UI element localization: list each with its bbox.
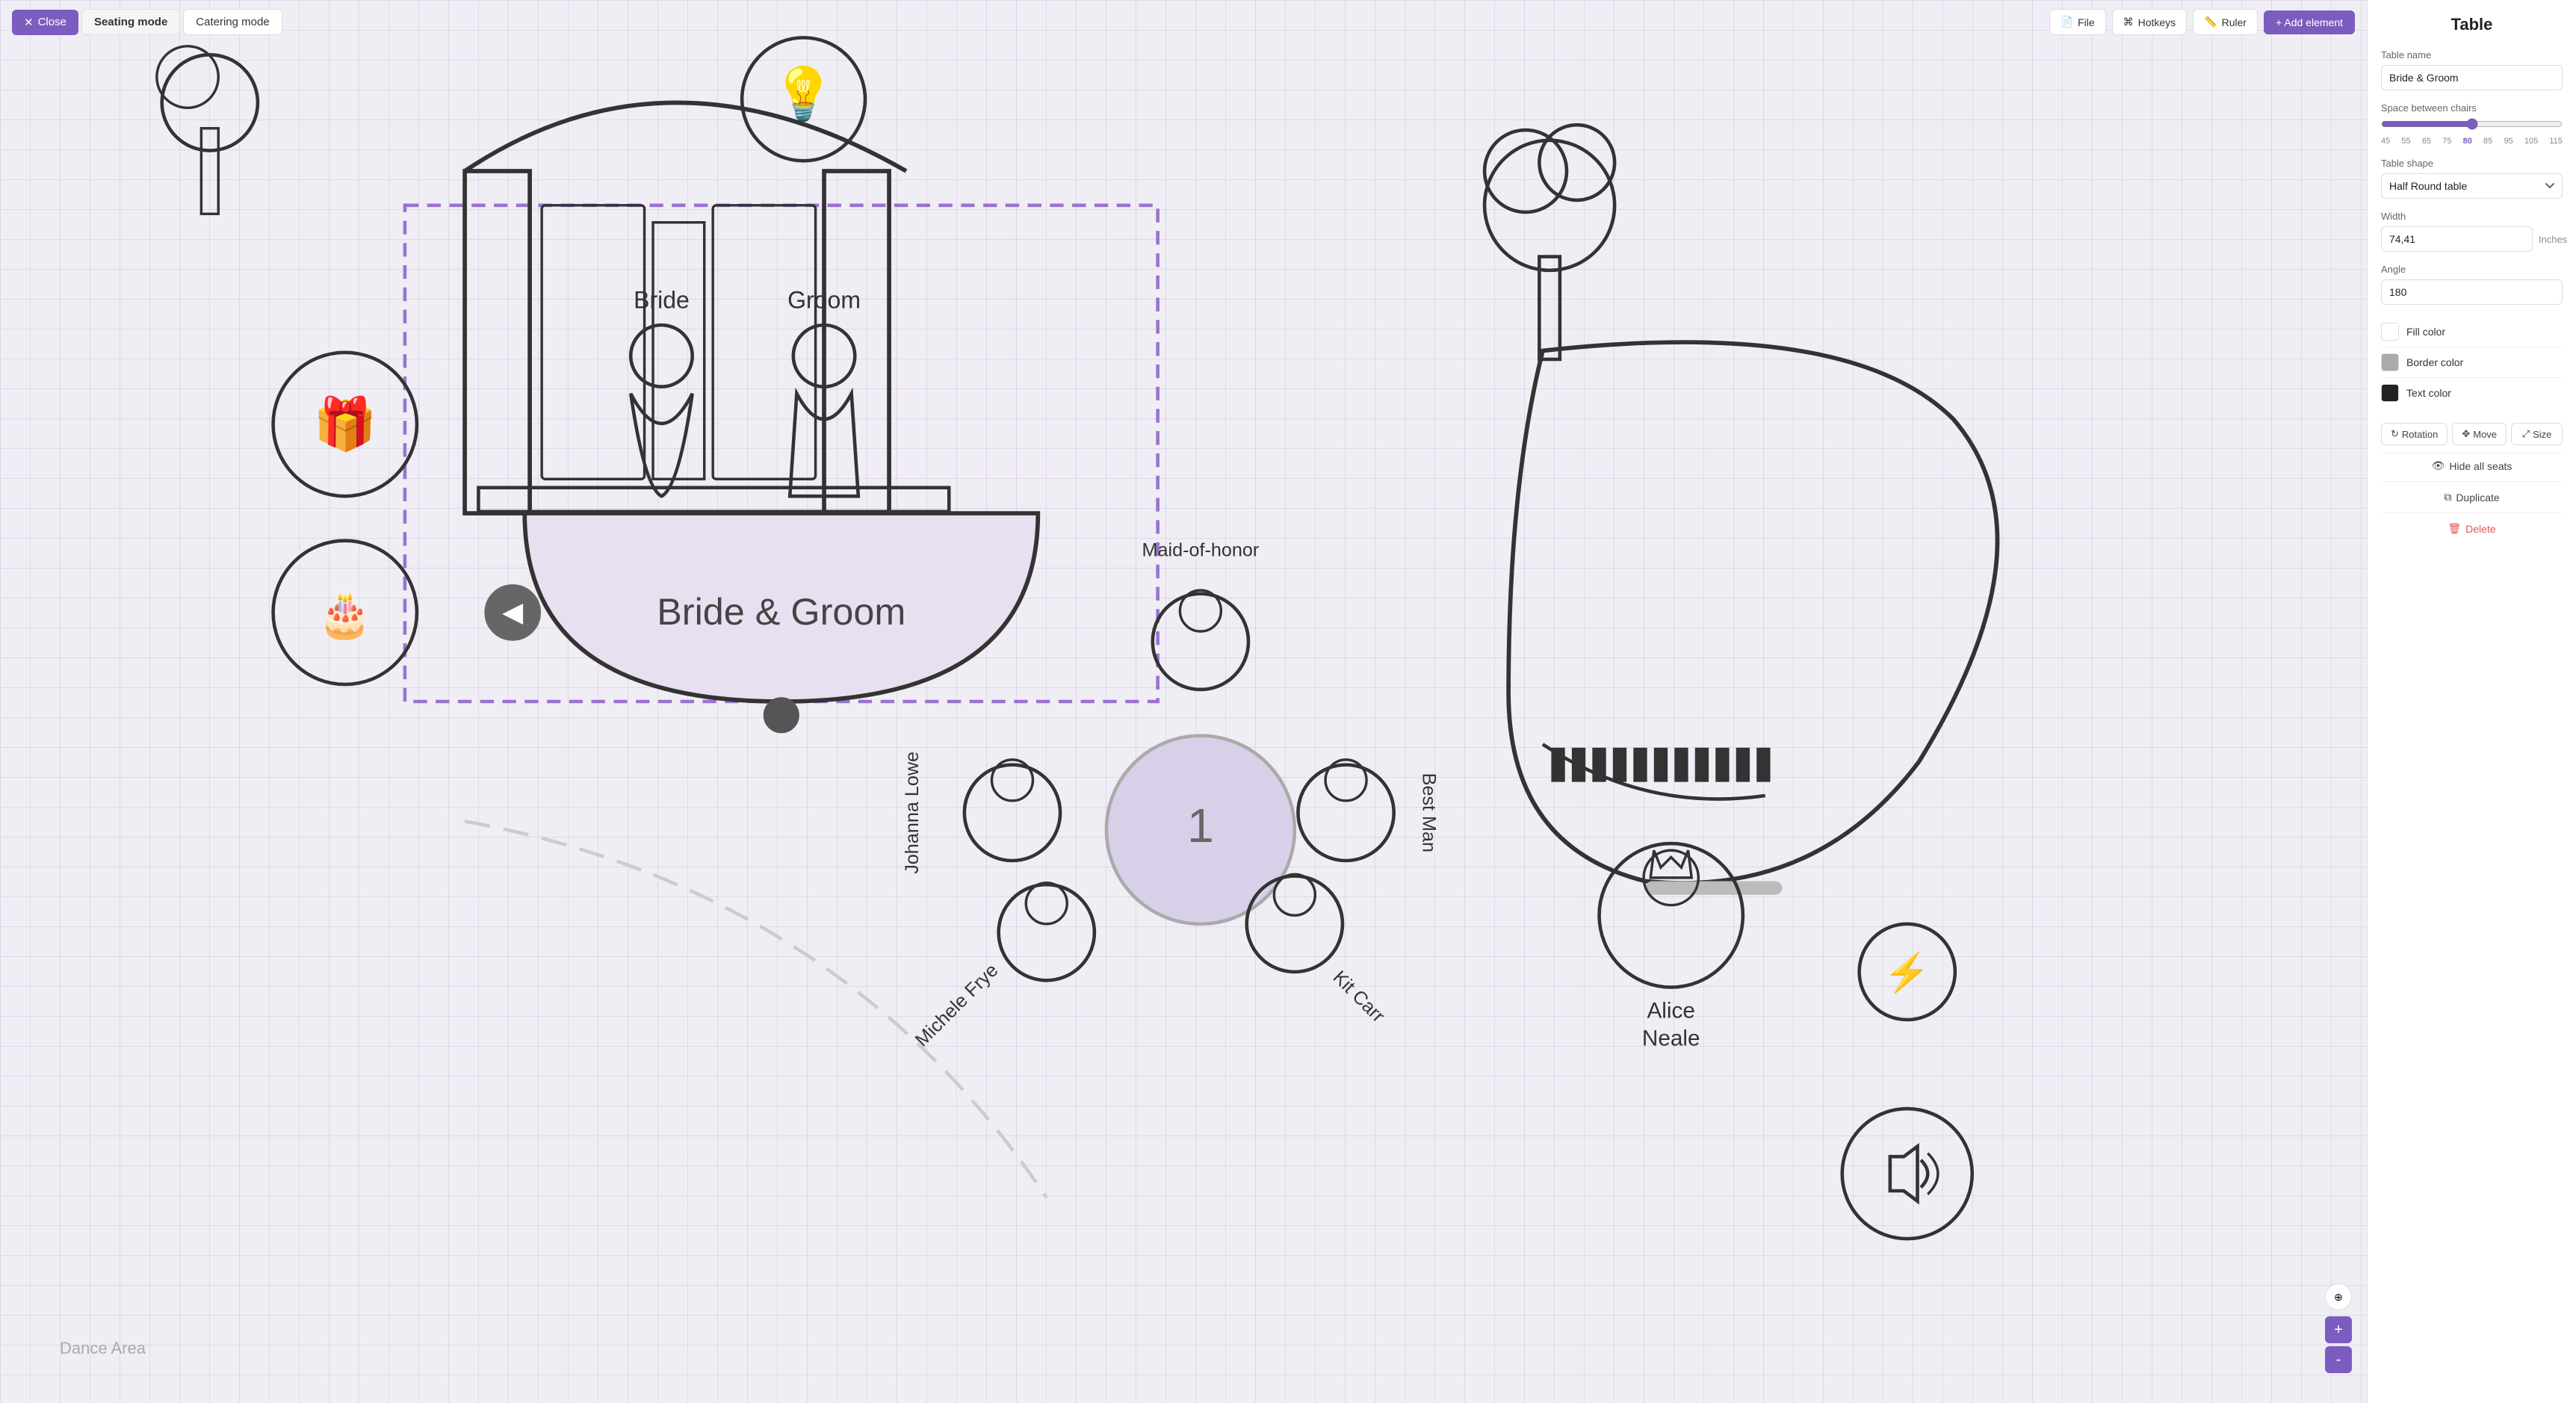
svg-text:🎁: 🎁	[313, 394, 377, 453]
zoom-out-button[interactable]: -	[2325, 1346, 2352, 1373]
toolbar-right: 📄 File ⌘ Hotkeys 📏 Ruler + Add element	[2049, 9, 2355, 35]
close-button[interactable]: ✕ Close	[12, 10, 78, 35]
canvas-area[interactable]: ✕ Close Seating mode Catering mode 📄 Fil…	[0, 0, 2367, 1403]
table-name-label: Table name	[2381, 49, 2563, 61]
size-icon: ⤢	[2522, 428, 2530, 440]
hide-seats-button[interactable]: 👁 Hide all seats	[2381, 453, 2563, 478]
svg-text:Bride & Groom: Bride & Groom	[657, 590, 905, 633]
svg-text:◀: ◀	[502, 596, 524, 627]
delete-button[interactable]: 🗑 Delete	[2381, 516, 2563, 541]
width-input[interactable]	[2381, 226, 2533, 252]
angle-input[interactable]	[2381, 279, 2563, 305]
border-color-swatch[interactable]	[2381, 353, 2399, 371]
hotkeys-button[interactable]: ⌘ Hotkeys	[2112, 9, 2188, 35]
zoom-controls: ⊕ + -	[2325, 1283, 2352, 1373]
text-color-row: Text color	[2381, 378, 2563, 408]
table-shape-label: Table shape	[2381, 158, 2563, 169]
move-label: Move	[2473, 429, 2497, 440]
file-button[interactable]: 📄 File	[2049, 9, 2106, 35]
rotation-icon: ↻	[2391, 428, 2399, 440]
ruler-label: Ruler	[2222, 16, 2247, 28]
svg-text:Johanna Lowe: Johanna Lowe	[902, 752, 923, 874]
svg-text:Kit Carr: Kit Carr	[1329, 967, 1389, 1026]
seating-mode-button[interactable]: Seating mode	[81, 9, 180, 35]
svg-text:Bride: Bride	[634, 286, 690, 313]
divider-1	[2381, 481, 2563, 482]
rotation-label: Rotation	[2402, 429, 2438, 440]
svg-text:💡: 💡	[772, 64, 836, 123]
file-icon: 📄	[2061, 16, 2073, 28]
svg-text:Michele Frye: Michele Frye	[911, 960, 1003, 1051]
svg-text:Groom: Groom	[787, 286, 861, 313]
toolbar-left: ✕ Close Seating mode Catering mode	[12, 9, 282, 35]
zoom-in-button[interactable]: +	[2325, 1316, 2352, 1343]
move-icon: ✥	[2462, 428, 2470, 440]
table-name-input[interactable]	[2381, 65, 2563, 90]
table-name-section: Table name	[2381, 49, 2563, 90]
action-row: ↻ Rotation ✥ Move ⤢ Size	[2381, 415, 2563, 453]
hotkeys-icon: ⌘	[2123, 16, 2134, 28]
delete-label: Delete	[2465, 523, 2495, 535]
size-button[interactable]: ⤢ Size	[2511, 423, 2563, 445]
angle-section: Angle	[2381, 264, 2563, 305]
text-color-label: Text color	[2406, 387, 2451, 399]
width-section: Width Inches	[2381, 211, 2563, 252]
ruler-button[interactable]: 📏 Ruler	[2193, 9, 2258, 35]
copy-icon: ⧉	[2444, 491, 2451, 504]
border-color-label: Border color	[2406, 356, 2463, 368]
add-element-label: + Add element	[2276, 16, 2343, 28]
table-shape-select[interactable]: Half Round table Round table Rectangle t…	[2381, 173, 2563, 199]
dance-area-label: Dance Area	[60, 1339, 146, 1358]
toolbar: ✕ Close Seating mode Catering mode 📄 Fil…	[0, 9, 2367, 35]
file-label: File	[2078, 16, 2095, 28]
panel-title: Table	[2381, 15, 2563, 34]
add-element-button[interactable]: + Add element	[2264, 10, 2355, 34]
close-label: Close	[38, 16, 66, 28]
svg-text:Alice: Alice	[1647, 999, 1695, 1023]
svg-text:Neale: Neale	[1642, 1026, 1700, 1050]
size-label: Size	[2533, 429, 2551, 440]
seating-mode-label: Seating mode	[94, 16, 167, 28]
border-color-row: Border color	[2381, 347, 2563, 378]
text-color-swatch[interactable]	[2381, 384, 2399, 402]
hotkeys-label: Hotkeys	[2138, 16, 2176, 28]
svg-text:Maid-of-honor: Maid-of-honor	[1142, 539, 1260, 560]
hide-seats-label: Hide all seats	[2449, 460, 2512, 472]
angle-label: Angle	[2381, 264, 2563, 275]
right-panel: Table Table name Space between chairs 45…	[2367, 0, 2576, 1403]
slider-labels: 45 55 65 75 80 85 95 105 115	[2381, 137, 2563, 146]
ruler-icon: 📏	[2204, 16, 2217, 28]
fill-color-label: Fill color	[2406, 326, 2445, 338]
close-icon: ✕	[24, 16, 34, 29]
svg-text:Best Man: Best Man	[1419, 773, 1440, 852]
svg-text:⚡: ⚡	[1883, 951, 1931, 995]
floorplan-svg: 💡 Bride Groom Bride & Groom ◀ 🎁	[0, 0, 2367, 1403]
fill-color-row: Fill color	[2381, 317, 2563, 347]
width-unit: Inches	[2539, 234, 2567, 245]
svg-text:1: 1	[1187, 799, 1214, 852]
table-shape-section: Table shape Half Round table Round table…	[2381, 158, 2563, 199]
duplicate-button[interactable]: ⧉ Duplicate	[2381, 485, 2563, 510]
trash-icon: 🗑	[2447, 522, 2461, 535]
width-label: Width	[2381, 211, 2563, 222]
catering-mode-label: Catering mode	[196, 16, 269, 28]
space-slider[interactable]	[2381, 118, 2563, 130]
space-between-chairs-section: Space between chairs 45 55 65 75 80 85 9…	[2381, 102, 2563, 146]
svg-text:🎂: 🎂	[318, 588, 373, 641]
move-button[interactable]: ✥ Move	[2452, 423, 2507, 445]
duplicate-label: Duplicate	[2456, 492, 2499, 504]
rotation-button[interactable]: ↻ Rotation	[2381, 423, 2447, 445]
compass-button[interactable]: ⊕	[2325, 1283, 2352, 1310]
catering-mode-button[interactable]: Catering mode	[183, 9, 282, 35]
eye-icon: 👁	[2432, 459, 2445, 472]
space-label: Space between chairs	[2381, 102, 2563, 114]
divider-2	[2381, 512, 2563, 513]
fill-color-swatch[interactable]	[2381, 323, 2399, 341]
width-row: Inches	[2381, 226, 2563, 252]
